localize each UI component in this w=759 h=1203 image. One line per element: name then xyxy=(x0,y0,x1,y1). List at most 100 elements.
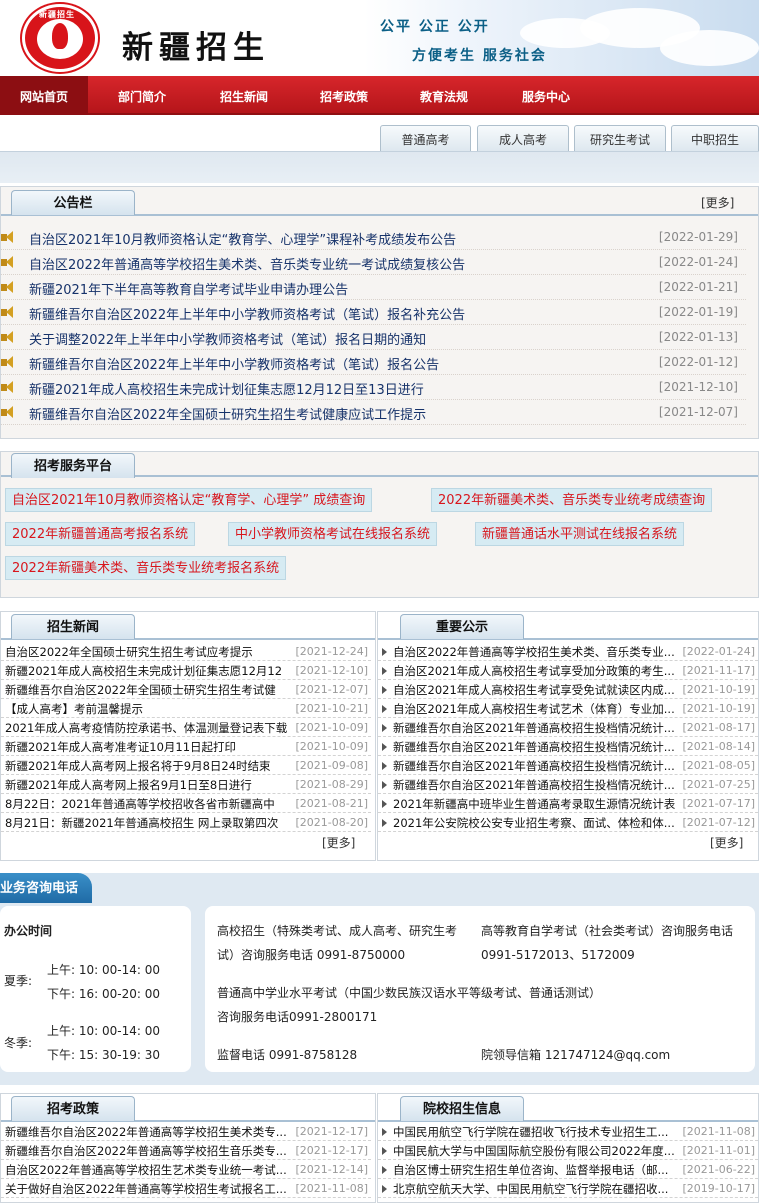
list-item-title[interactable]: 自治区2021年成人高校招生考试艺术（体育）专业加... xyxy=(393,701,681,717)
phone-self-study-label: 高等教育自学考试（社会类考试）咨询服务电话 xyxy=(481,924,734,938)
tab-graduate-exam[interactable]: 研究生考试 xyxy=(574,125,666,153)
speaker-icon xyxy=(1,255,19,269)
list-item-title[interactable]: 新疆维吾尔自治区2022年全国硕士研究生招生考试健 xyxy=(5,682,297,698)
list-item-title[interactable]: 新疆维吾尔自治区2021年普通高校招生投档情况统计... xyxy=(393,739,681,755)
notice-item-title[interactable]: 关于调整2022年上半年中小学教师资格考试（笔试）报名日期的通知 xyxy=(29,329,426,348)
nav-item-service[interactable]: 服务中心 xyxy=(505,76,587,115)
list-item-title[interactable]: 自治区2021年成人高校招生考试享受加分政策的考生... xyxy=(393,663,681,679)
list-item[interactable]: 新疆维吾尔自治区2022年全国硕士研究生招生考试健 [2021-12-07] xyxy=(1,680,371,699)
list-item-title[interactable]: 关于做好自治区2022年普通高等学校招生考试报名工... xyxy=(5,1181,297,1197)
list-item[interactable]: 新疆2021年成人高考网上报名9月1日至8日进行 [2021-08-29] xyxy=(1,775,371,794)
list-item[interactable]: 中国民航大学与中国国际航空股份有限公司2022年度... [2021-11-01] xyxy=(378,1141,758,1160)
list-item-title[interactable]: 自治区2021年成人高校招生考试享受免试就读区内成... xyxy=(393,682,681,698)
list-item[interactable]: 自治区博士研究生招生单位咨询、监督举报电话（邮... [2021-06-22] xyxy=(378,1160,758,1179)
news-more-link[interactable]: [更多] xyxy=(322,834,355,851)
list-item[interactable]: 8月21日：新疆2021年普通高校招生 网上录取第四次 [2021-08-20] xyxy=(1,813,371,832)
notice-item-title[interactable]: 新疆2021年下半年高等教育自学考试毕业申请办理公告 xyxy=(29,279,348,298)
link-art-music-score[interactable]: 2022年新疆美术类、音乐类专业统考成绩查询 xyxy=(431,488,713,512)
list-item-title[interactable]: 新疆维吾尔自治区2021年普通高校招生投档情况统计... xyxy=(393,758,681,774)
link-gaokao-registration[interactable]: 2022年新疆普通高考报名系统 xyxy=(5,522,196,546)
list-item-title[interactable]: 8月21日：新疆2021年普通高校招生 网上录取第四次 xyxy=(5,815,297,831)
list-item[interactable]: 新疆维吾尔自治区2021年普通高校招生投档情况统计... [2021-08-14] xyxy=(378,737,758,756)
tab-adult-exam[interactable]: 成人高考 xyxy=(477,125,569,153)
notice-item-title[interactable]: 自治区2021年10月教师资格认定“教育学、心理学”课程补考成绩发布公告 xyxy=(29,229,456,248)
slogan-line-1: 公平 公正 公开 xyxy=(380,19,490,35)
nav-item-departments[interactable]: 部门简介 xyxy=(101,76,183,115)
link-teacher-cert-score[interactable]: 自治区2021年10月教师资格认定“教育学、心理学” 成绩查询 xyxy=(5,488,373,512)
list-item[interactable]: 新疆维吾尔自治区2021年普通高校招生投档情况统计... [2021-07-25] xyxy=(378,775,758,794)
list-item-title[interactable]: 中国民用航空飞行学院在疆招收飞行技术专业招生工... xyxy=(393,1124,681,1140)
notice-item-date: [2022-01-29] xyxy=(658,230,738,244)
notice-item-title[interactable]: 新疆维吾尔自治区2022年全国硕士研究生招生考试健康应试工作提示 xyxy=(29,404,426,423)
list-item[interactable]: 自治区2021年成人高校招生考试享受免试就读区内成... [2021-10-19] xyxy=(378,680,758,699)
tab-vocational[interactable]: 中职招生 xyxy=(671,125,759,153)
list-item-title[interactable]: 新疆2021年成人高校招生未完成计划征集志愿12月12 xyxy=(5,663,297,679)
tab-gaokao[interactable]: 普通高考 xyxy=(380,125,471,153)
notice-item-title[interactable]: 自治区2022年普通高等学校招生美术类、音乐类专业统一考试成绩复核公告 xyxy=(29,254,465,273)
list-item[interactable]: 【成人高考】考前温馨提示 [2021-10-21] xyxy=(1,699,371,718)
list-item-title[interactable]: 2021年公安院校公安专业招生考察、面试、体检和体... xyxy=(393,815,681,831)
list-item-title[interactable]: 自治区2022年普通高等学校招生美术类、音乐类专业... xyxy=(393,644,681,660)
list-item[interactable]: 新疆2021年成人高考网上报名将于9月8日24时结束 [2021-09-08] xyxy=(1,756,371,775)
list-item-title[interactable]: 2021年成人高考疫情防控承诺书、体温测量登记表下载 xyxy=(5,720,297,736)
list-item[interactable]: 北京航空航天大学、中国民用航空飞行学院在疆招收... [2019-10-17] xyxy=(378,1179,758,1198)
nav-item-news[interactable]: 招生新闻 xyxy=(203,76,285,115)
list-item[interactable]: 新疆2021年成人高考准考证10月11日起打印 [2021-10-09] xyxy=(1,737,371,756)
list-item-title[interactable]: 8月22日：2021年普通高等学校招收各省市新疆高中 xyxy=(5,796,297,812)
notice-item[interactable]: 新疆2021年下半年高等教育自学考试毕业申请办理公告 [2022-01-21] xyxy=(1,275,746,300)
notice-item[interactable]: 自治区2021年10月教师资格认定“教育学、心理学”课程补考成绩发布公告 [202… xyxy=(1,225,746,250)
list-item[interactable]: 2021年新疆高中班毕业生普通高考录取生源情况统计表 [2021-07-17] xyxy=(378,794,758,813)
notice-item[interactable]: 新疆维吾尔自治区2022年上半年中小学教师资格考试（笔试）报名公告 [2022-0… xyxy=(1,350,746,375)
nav-item-policy[interactable]: 招考政策 xyxy=(303,76,385,115)
list-item-title[interactable]: 新疆2021年成人高考准考证10月11日起打印 xyxy=(5,739,297,755)
link-mandarin-test-registration[interactable]: 新疆普通话水平测试在线报名系统 xyxy=(475,522,685,546)
list-item[interactable]: 2021年公安院校公安专业招生考察、面试、体检和体... [2021-07-12] xyxy=(378,813,758,832)
list-item[interactable]: 中国民用航空飞行学院在疆招收飞行技术专业招生工... [2021-11-08] xyxy=(378,1122,758,1141)
list-item[interactable]: 自治区2022年全国硕士研究生招生考试应考提示 [2021-12-24] xyxy=(1,642,371,661)
list-item[interactable]: 新疆维吾尔自治区2021年普通高校招生投档情况统计... [2021-08-17] xyxy=(378,718,758,737)
notice-more-link[interactable]: [更多] xyxy=(701,194,734,211)
notice-item-title[interactable]: 新疆维吾尔自治区2022年上半年中小学教师资格考试（笔试）报名公告 xyxy=(29,354,439,373)
notice-item[interactable]: 新疆维吾尔自治区2022年上半年中小学教师资格考试（笔试）报名补充公告 [2022… xyxy=(1,300,746,325)
list-item[interactable]: 8月22日：2021年普通高等学校招收各省市新疆高中 [2021-08-21] xyxy=(1,794,371,813)
nav-item-home[interactable]: 网站首页 xyxy=(0,76,88,115)
list-item[interactable]: 自治区2022年普通高等学校招生美术类、音乐类专业... [2022-01-24] xyxy=(378,642,758,661)
notice-item-title[interactable]: 新疆2021年成人高校招生未完成计划征集志愿12月12日至13日进行 xyxy=(29,379,424,398)
list-item-title[interactable]: 新疆维吾尔自治区2021年普通高校招生投档情况统计... xyxy=(393,777,681,793)
list-item[interactable]: 新疆维吾尔自治区2021年普通高校招生投档情况统计... [2021-08-05] xyxy=(378,756,758,775)
link-art-music-registration[interactable]: 2022年新疆美术类、音乐类专业统考报名系统 xyxy=(5,556,287,580)
list-item-title[interactable]: 新疆2021年成人高考网上报名将于9月8日24时结束 xyxy=(5,758,297,774)
list-item-title[interactable]: 自治区2022年全国硕士研究生招生考试应考提示 xyxy=(5,644,297,660)
list-item-title[interactable]: 新疆维吾尔自治区2022年普通高等学校招生美术类专... xyxy=(5,1124,297,1140)
list-item-title[interactable]: 新疆维吾尔自治区2021年普通高校招生投档情况统计... xyxy=(393,720,681,736)
notice-item[interactable]: 新疆维吾尔自治区2022年全国硕士研究生招生考试健康应试工作提示 [2021-12… xyxy=(1,400,746,425)
notice-item[interactable]: 自治区2022年普通高等学校招生美术类、音乐类专业统一考试成绩复核公告 [2022… xyxy=(1,250,746,275)
list-item-title[interactable]: 自治区博士研究生招生单位咨询、监督举报电话（邮... xyxy=(393,1162,681,1178)
decorative-bar xyxy=(0,151,759,183)
winter-pm-hours: 下午: 15: 30-19: 30 xyxy=(47,1048,160,1062)
announce-more-link[interactable]: [更多] xyxy=(710,834,743,851)
list-item-title[interactable]: 北京航空航天大学、中国民用航空飞行学院在疆招收... xyxy=(393,1181,681,1197)
notice-item[interactable]: 关于调整2022年上半年中小学教师资格考试（笔试）报名日期的通知 [2022-01… xyxy=(1,325,746,350)
site-logo[interactable]: 新疆招生 xyxy=(22,4,98,72)
list-item[interactable]: 自治区2021年成人高校招生考试艺术（体育）专业加... [2021-10-19] xyxy=(378,699,758,718)
list-item-title[interactable]: 【成人高考】考前温馨提示 xyxy=(5,701,297,717)
list-item[interactable]: 2021年成人高考疫情防控承诺书、体温测量登记表下载 [2021-10-09] xyxy=(1,718,371,737)
list-item-title[interactable]: 新疆维吾尔自治区2022年普通高等学校招生音乐类专... xyxy=(5,1143,297,1159)
list-item-date: [2022-01-24] xyxy=(682,645,755,658)
office-hours-box: 办公时间 夏季: 上午: 10: 00-14: 00 下午: 16: 00-20… xyxy=(0,906,191,1072)
list-item[interactable]: 自治区2021年成人高校招生考试享受加分政策的考生... [2021-11-17] xyxy=(378,661,758,680)
list-item[interactable]: 关于做好自治区2022年普通高等学校招生考试报名工... [2021-11-08] xyxy=(1,1179,371,1198)
list-item-title[interactable]: 中国民航大学与中国国际航空股份有限公司2022年度... xyxy=(393,1143,681,1159)
list-item[interactable]: 新疆维吾尔自治区2022年普通高等学校招生美术类专... [2021-12-17] xyxy=(1,1122,371,1141)
link-teacher-exam-registration[interactable]: 中小学教师资格考试在线报名系统 xyxy=(228,522,438,546)
list-item-title[interactable]: 自治区2022年普通高等学校招生艺术类专业统一考试... xyxy=(5,1162,297,1178)
list-item[interactable]: 新疆维吾尔自治区2022年普通高等学校招生音乐类专... [2021-12-17] xyxy=(1,1141,371,1160)
list-item[interactable]: 自治区2022年普通高等学校招生艺术类专业统一考试... [2021-12-14] xyxy=(1,1160,371,1179)
notice-item[interactable]: 新疆2021年成人高校招生未完成计划征集志愿12月12日至13日进行 [2021-… xyxy=(1,375,746,400)
list-item-title[interactable]: 2021年新疆高中班毕业生普通高考录取生源情况统计表 xyxy=(393,796,681,812)
notice-item-title[interactable]: 新疆维吾尔自治区2022年上半年中小学教师资格考试（笔试）报名补充公告 xyxy=(29,304,465,323)
list-item[interactable]: 新疆2021年成人高校招生未完成计划征集志愿12月12 [2021-12-10] xyxy=(1,661,371,680)
list-item-title[interactable]: 新疆2021年成人高考网上报名9月1日至8日进行 xyxy=(5,777,297,793)
nav-item-regulations[interactable]: 教育法规 xyxy=(403,76,485,115)
